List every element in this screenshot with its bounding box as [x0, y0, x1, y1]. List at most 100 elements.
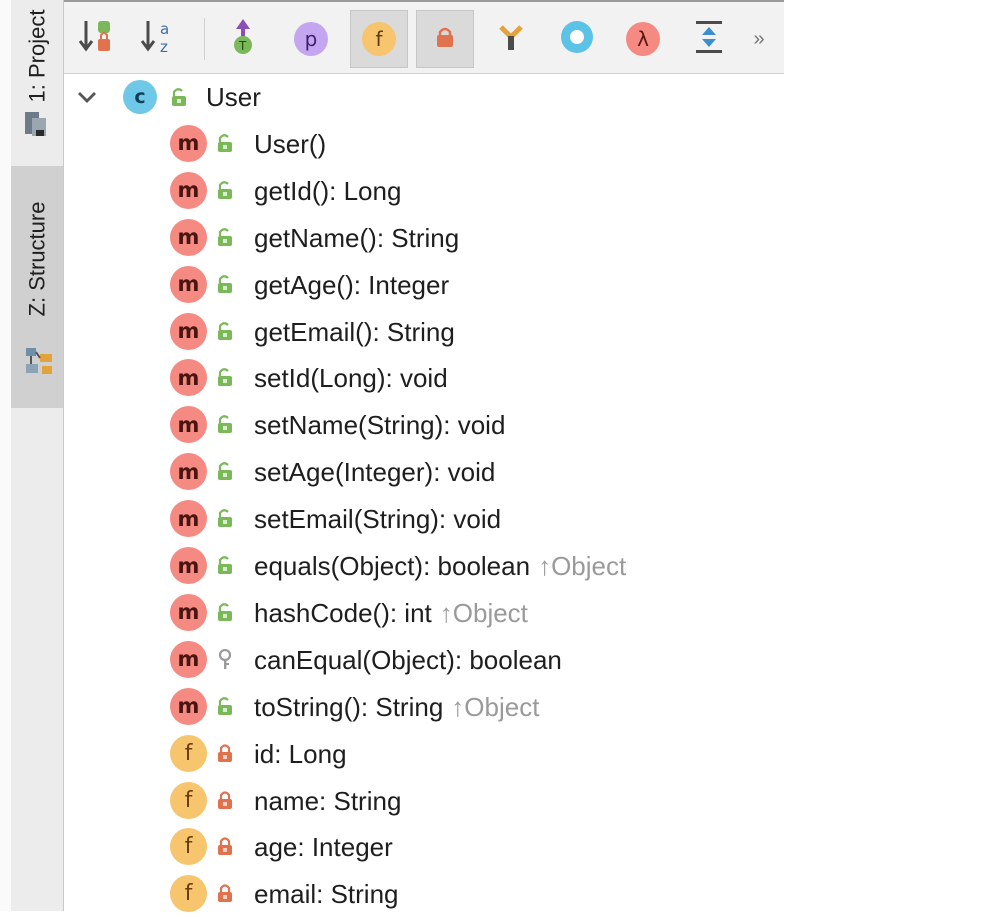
member-signature: setName(String): void [254, 402, 505, 448]
field-icon: f [170, 828, 207, 866]
tree-node-method[interactable]: m getName(): String [64, 215, 996, 261]
project-tool-tab[interactable]: 1: Project [11, 0, 63, 160]
structure-tab-label: Z: Structure [24, 201, 50, 317]
member-signature-text: id: Long [254, 738, 347, 769]
show-lambdas-button[interactable]: λ [614, 10, 672, 68]
private-access-icon [216, 743, 234, 768]
structure-icon [24, 346, 54, 381]
structure-tool-tab[interactable]: Z: Structure [11, 166, 63, 408]
public-access-icon [170, 87, 188, 112]
folder-icon [24, 110, 48, 143]
member-signature: setEmail(String): void [254, 496, 501, 542]
tree-node-method[interactable]: m User() [64, 121, 996, 167]
tree-node-method[interactable]: m getAge(): Integer [64, 262, 996, 308]
method-icon: m [170, 500, 207, 538]
class-icon: c [123, 80, 157, 114]
public-access-icon [216, 133, 234, 158]
tree-node-method[interactable]: m getEmail(): String [64, 309, 996, 355]
member-signature: setAge(Integer): void [254, 449, 495, 495]
field-icon: f [170, 734, 207, 772]
method-icon: m [170, 171, 207, 209]
up-arrow-icon: ↑ [439, 597, 453, 628]
tree-node-method[interactable]: m setEmail(String): void [64, 496, 996, 542]
class-name: User [206, 82, 261, 112]
lambda-icon: λ [626, 22, 660, 56]
member-signature: getEmail(): String [254, 309, 455, 355]
member-signature-text: canEqual(Object): boolean [254, 644, 562, 675]
private-access-icon [216, 883, 234, 908]
show-fields-button[interactable]: f [350, 10, 408, 68]
inherited-from: ↑Object [538, 551, 626, 581]
public-access-icon [216, 367, 234, 392]
member-signature: getAge(): Integer [254, 262, 449, 308]
tree-node-method[interactable]: m setAge(Integer): void [64, 449, 996, 495]
method-icon: m [170, 640, 207, 678]
tree-node-method[interactable]: m getId(): Long [64, 168, 996, 214]
public-access-icon [216, 696, 234, 721]
tree-node-field[interactable]: f age: Integer [64, 824, 996, 870]
inherited-class: Object [464, 691, 540, 722]
member-signature-text: hashCode(): int [254, 597, 432, 628]
method-icon: m [170, 687, 207, 725]
inherited-icon: T [226, 17, 260, 62]
field-icon: f [170, 781, 207, 819]
tree-node-field[interactable]: f name: String [64, 778, 996, 824]
member-signature-text: getName(): String [254, 222, 460, 253]
member-signature-text: age: Integer [254, 832, 393, 863]
tree-node-method[interactable]: m hashCode(): int ↑Object [64, 590, 996, 636]
public-access-icon [216, 461, 234, 486]
member-signature-text: setId(Long): void [254, 363, 448, 394]
member-signature-text: email: String [254, 879, 399, 910]
method-icon: m [170, 312, 207, 350]
show-inherited-button[interactable]: T [214, 10, 272, 68]
svg-text:z: z [160, 38, 168, 56]
member-signature-text: User() [254, 128, 327, 159]
project-tab-label: 1: Project [24, 9, 49, 103]
public-access-icon [216, 508, 234, 533]
tree-node-class[interactable]: c User [64, 74, 996, 120]
sort-alphabetically-button[interactable]: a z [130, 10, 188, 68]
tree-node-field[interactable]: f email: String [64, 871, 996, 917]
method-icon: m [170, 547, 207, 584]
method-icon: m [170, 359, 207, 397]
interface-icon [495, 21, 527, 58]
tree-node-method[interactable]: m equals(Object): boolean ↑Object [64, 543, 996, 589]
svg-text:T: T [238, 39, 247, 53]
tree-node-method[interactable]: m toString(): String ↑Object [64, 684, 996, 730]
svg-text:a: a [160, 20, 169, 38]
sort-by-visibility-button[interactable] [68, 10, 126, 68]
tree-node-field[interactable]: f id: Long [64, 731, 996, 777]
inherited-from: ↑Object [451, 692, 539, 722]
method-icon: m [170, 593, 207, 631]
private-access-icon [216, 836, 234, 861]
tree-node-method[interactable]: m setId(Long): void [64, 355, 996, 401]
show-non-public-button[interactable] [416, 10, 474, 68]
tree-node-method[interactable]: m canEqual(Object): boolean [64, 637, 996, 683]
sort-alpha-icon: a z [140, 17, 178, 62]
show-properties-button[interactable]: p [282, 10, 340, 68]
member-signature-text: setAge(Integer): void [254, 457, 496, 488]
up-arrow-icon: ↑ [451, 691, 465, 722]
field-icon: f [170, 875, 207, 913]
show-interfaces-button[interactable] [482, 10, 540, 68]
show-anonymous-button[interactable] [548, 10, 606, 68]
method-icon: m [170, 265, 207, 303]
expand-chevron-icon[interactable] [74, 84, 100, 115]
member-signature-text: getId(): Long [254, 175, 402, 206]
member-signature: getName(): String [254, 215, 459, 261]
toolbar-separator [204, 18, 205, 60]
public-access-icon [216, 555, 234, 580]
member-signature: email: String [254, 871, 399, 917]
tree-node-method[interactable]: m setName(String): void [64, 402, 996, 448]
method-icon: m [170, 406, 207, 444]
strip-edge [0, 0, 11, 911]
expand-all-icon [694, 19, 724, 60]
more-actions-button[interactable]: » [740, 10, 776, 68]
public-access-icon [216, 274, 234, 299]
member-signature: canEqual(Object): boolean [254, 637, 562, 683]
lock-icon [435, 26, 455, 53]
public-access-icon [216, 321, 234, 346]
field-icon: f [362, 22, 396, 56]
method-icon: m [170, 453, 207, 491]
expand-all-button[interactable] [680, 10, 738, 68]
